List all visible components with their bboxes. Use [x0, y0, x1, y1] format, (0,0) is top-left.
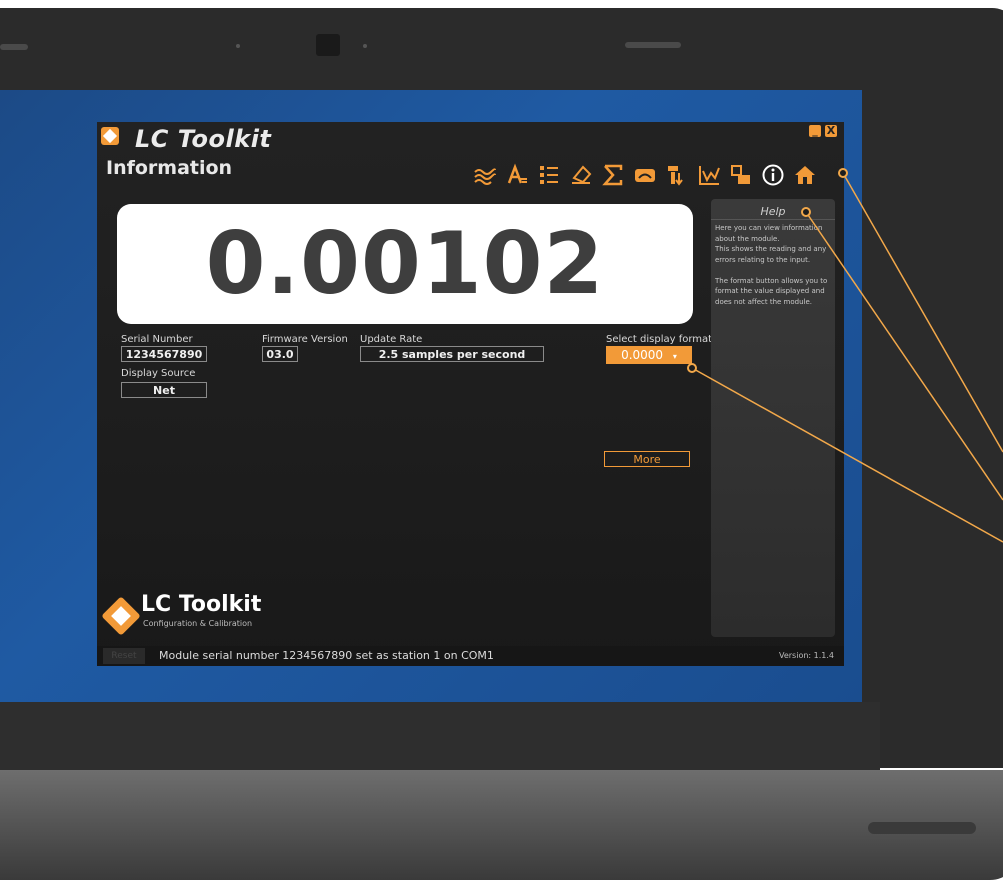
app-title: LC Toolkit [135, 125, 272, 153]
minimize-button[interactable]: _ [809, 125, 821, 137]
help-title: Help [760, 205, 786, 218]
help-divider [711, 219, 835, 220]
update-rate-field: 2.5 samples per second [360, 346, 544, 362]
help-text: Here you can view information about the … [715, 224, 828, 306]
sigma-icon[interactable] [601, 163, 625, 187]
help-panel: Help Here you can view information about… [711, 199, 835, 637]
speaker-grille-left [0, 44, 28, 50]
info-icon[interactable] [761, 163, 785, 187]
brand-diamond-icon [101, 596, 141, 636]
sensor-dot [363, 44, 367, 48]
display-source-label: Display Source [121, 368, 196, 379]
display-source-field: Net [121, 382, 207, 398]
status-bar: Reset Module serial number 1234567890 se… [97, 646, 844, 666]
firmware-version-field: 03.0 [262, 346, 298, 362]
speaker-grille-right [625, 42, 681, 48]
display-format-label: Select display format [606, 334, 713, 345]
app-window: LC Toolkit _ X Information 0.00102 Seria… [97, 122, 844, 666]
more-button[interactable]: More [604, 451, 690, 467]
gauge-icon[interactable] [633, 163, 657, 187]
webcam [316, 34, 340, 56]
laptop-bezel [0, 0, 1003, 90]
chevron-down-icon: ▾ [672, 352, 677, 361]
firmware-version-label: Firmware Version [262, 334, 348, 345]
files-icon[interactable] [729, 163, 753, 187]
app-logo-icon [101, 127, 119, 145]
page-title: Information [106, 157, 233, 179]
reading-value: 0.00102 [205, 214, 605, 314]
home-icon[interactable] [793, 163, 817, 187]
version-label: Version: 1.1.4 [778, 651, 834, 660]
list-icon[interactable] [537, 163, 561, 187]
display-format-select[interactable]: 0.0000 ▾ [606, 346, 692, 364]
title-bar: LC Toolkit _ X [97, 122, 844, 154]
chart-icon[interactable] [697, 163, 721, 187]
update-rate-label: Update Rate [360, 334, 423, 345]
laptop-chin [0, 702, 880, 780]
status-message: Module serial number 1234567890 set as s… [159, 649, 494, 662]
reading-display: 0.00102 [117, 204, 693, 324]
sensor-dot [236, 44, 240, 48]
laptop-base [0, 770, 1003, 880]
trend-icon[interactable] [473, 163, 497, 187]
download-icon[interactable] [665, 163, 689, 187]
close-button[interactable]: X [825, 125, 837, 137]
toolbar [473, 162, 817, 188]
brand-subtitle: Configuration & Calibration [143, 619, 253, 628]
display-format-value: 0.0000 [621, 348, 664, 362]
touchpad [868, 822, 976, 834]
calibration-icon[interactable] [505, 163, 529, 187]
eraser-icon[interactable] [569, 163, 593, 187]
serial-number-field: 1234567890 [121, 346, 207, 362]
brand-name: LC Toolkit [141, 592, 262, 617]
reset-button[interactable]: Reset [103, 648, 145, 664]
serial-number-label: Serial Number [121, 334, 193, 345]
